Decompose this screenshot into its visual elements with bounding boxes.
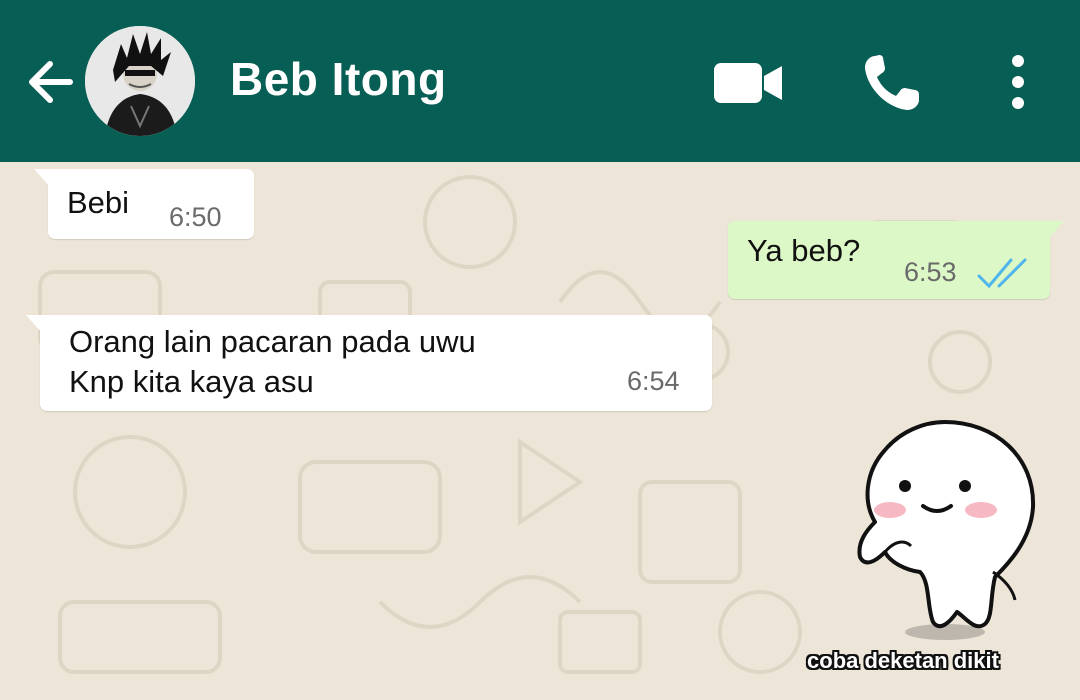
bubble-tail (34, 169, 50, 187)
message-text: Orang lain pacaran pada uwu Knp kita kay… (69, 324, 476, 399)
arrow-left-icon[interactable] (22, 52, 82, 112)
message-text: Ya beb? (747, 233, 861, 268)
chat-area[interactable]: Bebi 6:50 Ya beb? 6:53 Orang lain pacara… (0, 162, 1080, 700)
message-time: 6:50 (169, 202, 222, 232)
sticker-caption: coba deketan dikit (807, 648, 999, 673)
bubble-tail (26, 315, 42, 333)
ghost-sticker-icon[interactable] (845, 412, 1045, 652)
more-vert-icon[interactable] (1006, 52, 1030, 112)
message-time: 6:54 (627, 366, 680, 396)
message-bubble-outgoing[interactable]: Ya beb? 6:53 (728, 221, 1064, 299)
contact-name[interactable]: Beb Itong (230, 52, 447, 106)
message-bubble-incoming[interactable]: Orang lain pacaran pada uwu Knp kita kay… (26, 315, 712, 411)
message-text: Bebi (67, 185, 130, 220)
message-time: 6:53 (904, 257, 957, 287)
bubble-tail (1048, 221, 1064, 239)
double-check-read-icon (977, 258, 1027, 289)
message-bubble-incoming[interactable]: Bebi 6:50 (34, 169, 254, 239)
video-call-icon[interactable] (714, 60, 782, 106)
phone-icon[interactable] (861, 52, 923, 112)
chat-header: Beb Itong (0, 0, 1080, 162)
avatar[interactable] (85, 26, 195, 136)
